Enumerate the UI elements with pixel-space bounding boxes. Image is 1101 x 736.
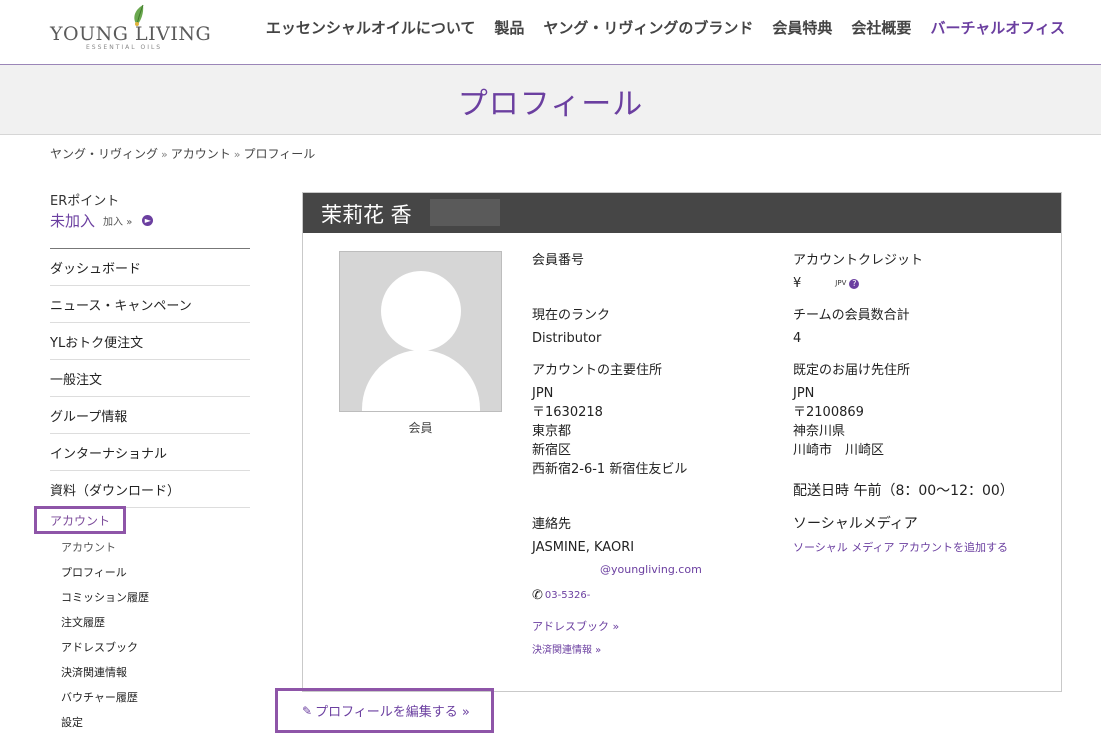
submenu-item-settings[interactable]: 設定 — [61, 709, 149, 734]
profile-panel-header: 茉莉花 香 — [303, 193, 1061, 233]
breadcrumb-home[interactable]: ヤング・リヴィング — [50, 147, 158, 161]
shipping-address-postal: 〒2100869 — [793, 405, 864, 420]
breadcrumb-account[interactable]: アカウント — [171, 147, 231, 161]
pencil-icon: ✎ — [302, 703, 313, 718]
primary-address-field: アカウントの主要住所 JPN 〒1630218 東京都 新宿区 西新宿2-6-1… — [532, 359, 687, 479]
nav-essential-oils[interactable]: エッセンシャルオイルについて — [266, 17, 476, 38]
member-number-label: 会員番号 — [532, 253, 585, 268]
sidebar-item-downloads[interactable]: 資料（ダウンロード） — [50, 471, 250, 508]
breadcrumb: ヤング・リヴィング» アカウント» プロフィール — [50, 145, 315, 162]
young-living-logo[interactable]: YOUNG LIVING ESSENTIAL OILS — [50, 4, 212, 56]
edit-profile-label: プロフィールを編集する » — [315, 705, 470, 720]
primary-address-postal: 〒1630218 — [532, 405, 603, 420]
account-submenu: アカウント プロフィール コミッション履歴 注文履歴 アドレスブック 決済関連情… — [61, 534, 149, 734]
primary-address-street: 西新宿2-6-1 新宿住友ビル — [532, 462, 688, 477]
arrow-right-circle-icon[interactable]: ► — [142, 215, 154, 226]
contact-email[interactable]: @youngliving.com — [532, 563, 702, 576]
primary-address-prefecture: 東京都 — [532, 424, 572, 439]
member-number-field: 会員番号 — [532, 249, 584, 274]
er-join-link[interactable]: 加入 » — [103, 213, 132, 228]
avatar-caption: 会員 — [408, 421, 433, 435]
sidebar-item-news[interactable]: ニュース・キャンペーン — [50, 286, 250, 323]
nav-products[interactable]: 製品 — [494, 17, 524, 38]
er-points-status: 未加入 — [50, 212, 96, 230]
add-social-media-link[interactable]: ソーシャル メディア アカウントを追加する — [793, 541, 1008, 554]
submenu-item-account[interactable]: アカウント — [61, 534, 149, 559]
page-title: プロフィール — [457, 87, 644, 122]
edit-profile-button[interactable]: ✎ プロフィールを編集する » — [275, 688, 494, 733]
breadcrumb-current: プロフィール — [243, 147, 316, 161]
question-icon[interactable]: ? — [849, 278, 860, 289]
avatar-head-shape — [381, 271, 461, 351]
contact-phone-row: ✆ 03-5326- — [532, 588, 702, 603]
account-credit-currency: ¥ — [793, 276, 802, 291]
contact-name: JASMINE, KAORI — [532, 540, 635, 555]
sidebar-item-autoship[interactable]: YLおトク便注文 — [50, 323, 250, 360]
contact-label: 連絡先 — [532, 517, 572, 532]
submenu-item-voucher[interactable]: バウチャー履歴 — [61, 684, 149, 709]
nav-member-benefits[interactable]: 会員特典 — [772, 17, 832, 38]
primary-address-country: JPN — [532, 386, 554, 401]
phone-icon: ✆ — [532, 588, 543, 603]
shipping-address-country: JPN — [793, 386, 815, 401]
sidebar-item-group-info[interactable]: グループ情報 — [50, 397, 250, 434]
team-total-label: チームの会員数合計 — [793, 308, 910, 323]
rank-label: 現在のランク — [532, 308, 611, 323]
logo-subtext: ESSENTIAL OILS — [86, 44, 163, 51]
rank-value: Distributor — [532, 331, 602, 346]
submenu-item-payment[interactable]: 決済関連情報 — [61, 659, 149, 684]
payment-info-link[interactable]: 決済関連情報 » — [532, 645, 601, 656]
address-book-link-row: アドレスブック » — [532, 618, 619, 634]
avatar-body-shape — [362, 350, 480, 411]
logo-text: YOUNG LIVING — [50, 23, 212, 45]
redacted-name-block — [430, 199, 500, 226]
nav-company[interactable]: 会社概要 — [851, 17, 911, 38]
er-points-label: ERポイント — [50, 194, 120, 209]
sidebar: ERポイント 未加入 加入 » ► ダッシュボード ニュース・キャンペーン YL… — [34, 190, 250, 729]
submenu-item-commission[interactable]: コミッション履歴 — [61, 584, 149, 609]
shipping-address-label: 既定のお届け先住所 — [793, 363, 911, 378]
site-header: YOUNG LIVING ESSENTIAL OILS エッセンシャルオイルにつ… — [0, 0, 1101, 64]
social-media-label: ソーシャルメディア — [793, 516, 918, 532]
address-book-link[interactable]: アドレスブック » — [532, 620, 619, 633]
profile-panel: 茉莉花 香 会員 会員番号 現在のランク Distributor アカウントの主… — [302, 192, 1062, 692]
shipping-address-field: 既定のお届け先住所 JPN 〒2100869 神奈川県 川崎市 川崎区 — [793, 359, 910, 460]
breadcrumb-separator: » — [161, 148, 168, 161]
primary-address-city: 新宿区 — [532, 443, 572, 458]
avatar — [339, 251, 502, 412]
account-credit-field: アカウントクレジット ¥ JPV ? — [793, 249, 923, 293]
account-credit-label: アカウントクレジット — [793, 253, 924, 268]
submenu-item-order-history[interactable]: 注文履歴 — [61, 609, 149, 634]
account-credit-unit: JPV — [835, 279, 847, 287]
team-total-field: チームの会員数合計 4 — [793, 304, 910, 348]
social-media-field: ソーシャルメディア ソーシャル メディア アカウントを追加する — [793, 513, 1008, 555]
breadcrumb-separator: » — [233, 148, 241, 161]
sidebar-item-dashboard[interactable]: ダッシュボード — [50, 249, 250, 286]
account-credit-value-row: ¥ JPV ? — [793, 274, 923, 293]
submenu-item-profile[interactable]: プロフィール — [61, 559, 149, 584]
shipping-address-prefecture: 神奈川県 — [793, 424, 846, 439]
er-join-label: 加入 » — [103, 217, 133, 228]
submenu-item-address-book[interactable]: アドレスブック — [61, 634, 149, 659]
delivery-time: 配送日時 午前（8：00～12：00） — [793, 483, 1014, 499]
team-total-value: 4 — [793, 331, 802, 346]
sidebar-item-account[interactable]: アカウント — [34, 506, 126, 534]
er-points-row: 未加入 加入 » ► — [50, 210, 250, 231]
contact-field: 連絡先 JASMINE, KAORI @youngliving.com ✆ 03… — [532, 513, 702, 603]
sidebar-item-international[interactable]: インターナショナル — [50, 434, 250, 471]
payment-link-row: 決済関連情報 » — [532, 641, 601, 657]
nav-brands[interactable]: ヤング・リヴィングのブランド — [543, 17, 753, 38]
sidebar-item-general-order[interactable]: 一般注文 — [50, 360, 250, 397]
shipping-address-city: 川崎市 川崎区 — [793, 443, 885, 458]
member-name: 茉莉花 香 — [321, 203, 412, 227]
nav-virtual-office[interactable]: バーチャルオフィス — [930, 17, 1065, 38]
rank-field: 現在のランク Distributor — [532, 304, 610, 348]
main-nav: エッセンシャルオイルについて 製品 ヤング・リヴィングのブランド 会員特典 会社… — [266, 17, 1065, 38]
title-band: プロフィール — [0, 65, 1101, 135]
primary-address-label: アカウントの主要住所 — [532, 363, 663, 378]
contact-phone[interactable]: 03-5326- — [545, 590, 590, 601]
